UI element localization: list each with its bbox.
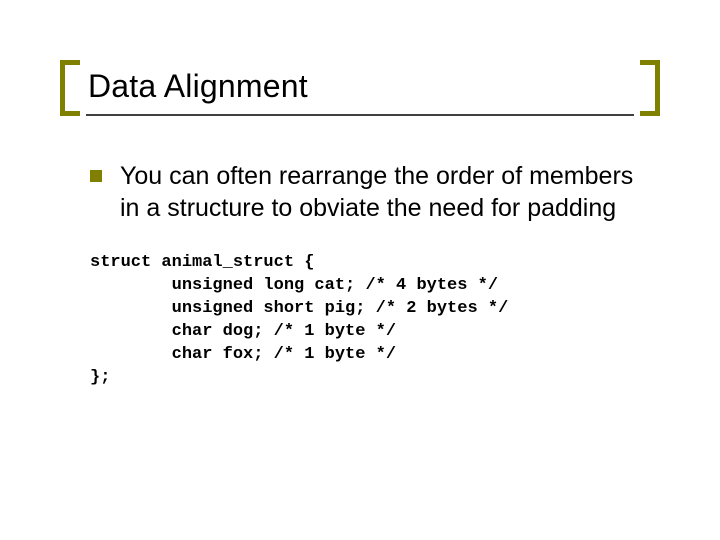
bullet-text: You can often rearrange the order of mem… <box>120 160 650 224</box>
slide-body: You can often rearrange the order of mem… <box>90 160 650 390</box>
title-underline: Data Alignment <box>86 60 634 116</box>
square-bullet-icon <box>90 170 102 182</box>
slide-title: Data Alignment <box>88 68 308 105</box>
code-block: struct animal_struct { unsigned long cat… <box>90 252 650 390</box>
bullet-item: You can often rearrange the order of mem… <box>90 160 650 224</box>
slide: Data Alignment You can often rearrange t… <box>0 0 720 540</box>
bracket-left-icon <box>60 60 80 116</box>
bracket-right-icon <box>640 60 660 116</box>
title-area: Data Alignment <box>60 60 660 116</box>
